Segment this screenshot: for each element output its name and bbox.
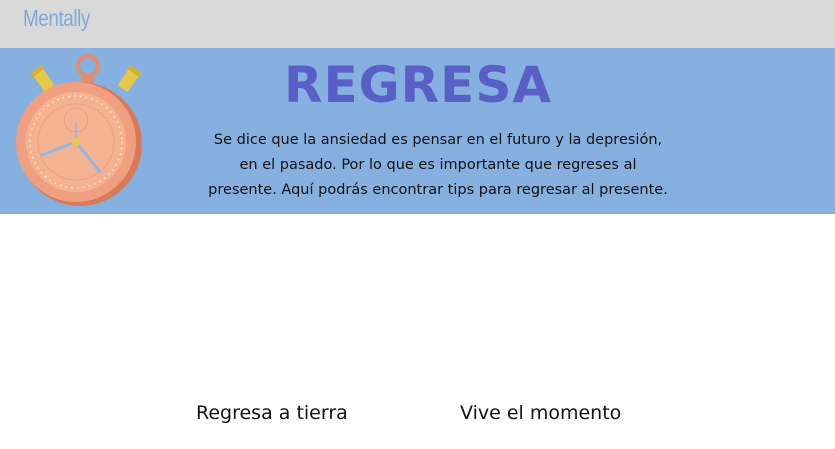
regresa-a-tierra-link[interactable]: Regresa a tierra	[196, 402, 348, 424]
hero-description: Se dice que la ansiedad es pensar en el …	[198, 128, 678, 203]
vive-el-momento-link[interactable]: Vive el momento	[460, 402, 621, 424]
brand-logo-link[interactable]: Mentally	[23, 5, 90, 32]
hero-description-line: Se dice que la ansiedad es pensar en el …	[213, 132, 663, 148]
hero-description-line: presente. Aquí podrás encontrar tips par…	[208, 182, 668, 198]
top-navigation-bar: Mentally	[0, 0, 835, 48]
hero-description-line: en el pasado. Por lo que es importante q…	[239, 157, 637, 173]
stopwatch-icon	[16, 54, 142, 206]
page-title: REGRESA	[283, 56, 553, 114]
hero-banner: REGRESA Se dice que la ansiedad es pensa…	[0, 48, 835, 214]
